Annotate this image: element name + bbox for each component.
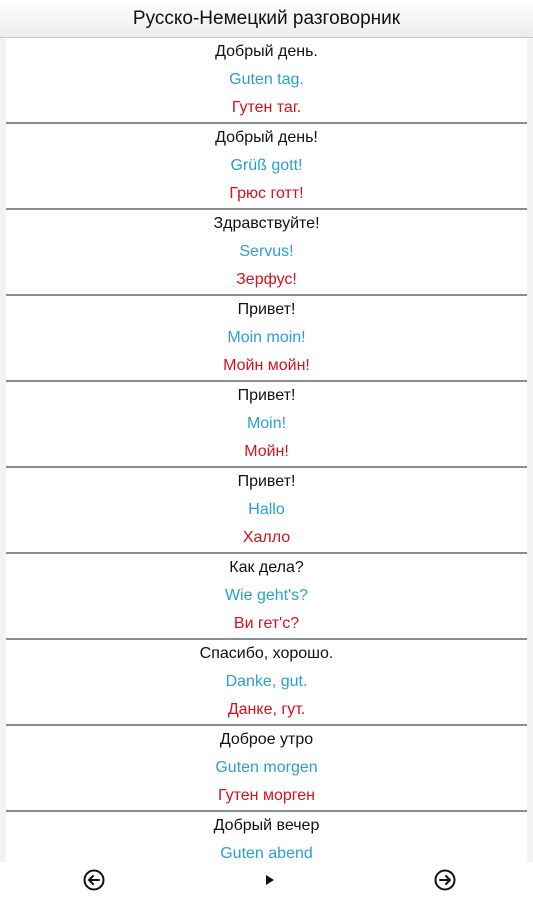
- transliteration: Ви гет'с?: [233, 615, 300, 632]
- russian-phrase: Здравствуйте!: [213, 215, 320, 232]
- phrase-item[interactable]: Привет! Moin! Мойн!: [6, 382, 527, 468]
- german-phrase: Guten tag.: [229, 71, 304, 88]
- arrow-left-circle-icon[interactable]: [82, 868, 106, 892]
- german-phrase: Moin moin!: [227, 329, 306, 346]
- transliteration: Зерфус!: [236, 271, 297, 288]
- transliteration: Гутен морген: [218, 787, 315, 804]
- phrase-list[interactable]: Добрый день. Guten tag. Гутен таг. Добры…: [6, 38, 527, 862]
- german-phrase: Servus!: [239, 243, 294, 260]
- german-phrase: Guten abend: [220, 845, 313, 862]
- transliteration: Мойн!: [244, 443, 289, 460]
- german-phrase: Danke, gut.: [225, 673, 308, 690]
- phrase-item[interactable]: Добрый день. Guten tag. Гутен таг.: [6, 38, 527, 124]
- transliteration: Халло: [242, 529, 291, 546]
- transliteration: Данке, гут.: [227, 701, 306, 718]
- app-title: Русско-Немецкий разговорник: [132, 7, 401, 29]
- arrow-right-circle-icon[interactable]: [433, 868, 457, 892]
- phrase-item[interactable]: Как дела? Wie geht's? Ви гет'с?: [6, 554, 527, 640]
- russian-phrase: Привет!: [237, 387, 296, 404]
- german-phrase: Moin!: [246, 415, 287, 432]
- phrase-item[interactable]: Добрый вечер Guten abend: [6, 812, 527, 862]
- phrase-item[interactable]: Здравствуйте! Servus! Зерфус!: [6, 210, 527, 296]
- navigation-bar: [0, 862, 533, 900]
- russian-phrase: Как дела?: [229, 559, 304, 576]
- phrase-item[interactable]: Добрый день! Grüß gott! Грюс готт!: [6, 124, 527, 210]
- russian-phrase: Привет!: [237, 301, 296, 318]
- german-phrase: Hallo: [248, 501, 285, 518]
- play-icon[interactable]: [258, 868, 282, 892]
- russian-phrase: Добрый день!: [215, 129, 318, 146]
- transliteration: Мойн мойн!: [223, 357, 310, 374]
- russian-phrase: Добрый вечер: [213, 817, 320, 834]
- russian-phrase: Спасибо, хорошо.: [199, 645, 334, 662]
- phrase-item[interactable]: Привет! Moin moin! Мойн мойн!: [6, 296, 527, 382]
- transliteration: Гутен таг.: [231, 99, 302, 116]
- phrase-item[interactable]: Привет! Hallo Халло: [6, 468, 527, 554]
- german-phrase: Wie geht's?: [224, 587, 309, 604]
- phrasebook-app: Русско-Немецкий разговорник Добрый день.…: [0, 0, 533, 900]
- phrase-item[interactable]: Спасибо, хорошо. Danke, gut. Данке, гут.: [6, 640, 527, 726]
- title-bar: Русско-Немецкий разговорник: [0, 0, 533, 38]
- german-phrase: Grüß gott!: [230, 157, 303, 174]
- german-phrase: Guten morgen: [215, 759, 318, 776]
- russian-phrase: Добрый день.: [215, 43, 318, 60]
- russian-phrase: Привет!: [237, 473, 296, 490]
- phrase-item[interactable]: Доброе утро Guten morgen Гутен морген: [6, 726, 527, 812]
- transliteration: Грюс готт!: [229, 185, 304, 202]
- russian-phrase: Доброе утро: [219, 731, 314, 748]
